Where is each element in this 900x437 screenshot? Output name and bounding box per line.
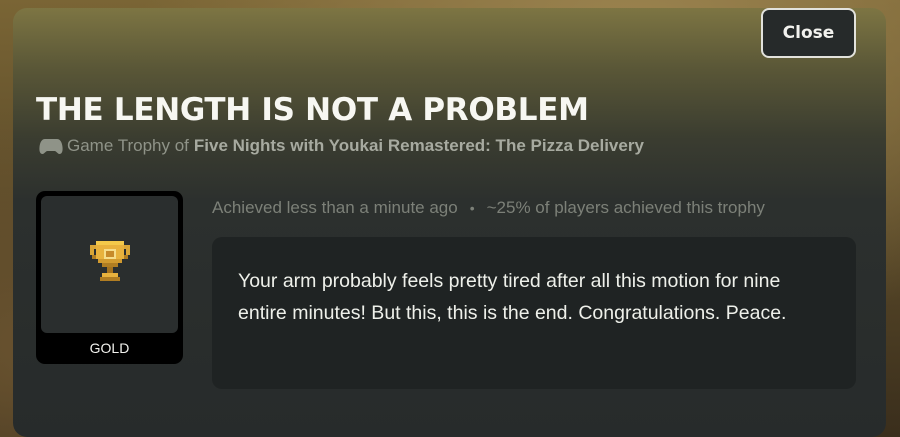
trophy-subtitle: Game Trophy of Five Nights with Youkai R… [39,136,644,156]
trophy-tier-label: GOLD [89,340,130,356]
gold-trophy-icon [89,239,130,290]
trophy-modal: Close THE LENGTH IS NOT A PROBLEM Game T… [13,8,886,437]
game-name-link[interactable]: Five Nights with Youkai Remastered: The … [194,136,644,156]
meta-separator: • [469,200,475,216]
achievement-meta: Achieved less than a minute ago • ~25% o… [212,198,765,218]
achieved-percent: ~25% of players achieved this trophy [486,198,765,217]
subtitle-prefix: Game Trophy of [67,136,189,155]
trophy-image-frame [41,196,178,333]
trophy-badge: GOLD [36,191,183,364]
gamepad-icon [39,137,63,155]
close-button[interactable]: Close [761,8,856,58]
trophy-description: Your arm probably feels pretty tired aft… [238,270,787,324]
achieved-time: Achieved less than a minute ago [212,198,458,217]
trophy-description-panel: Your arm probably feels pretty tired aft… [212,237,856,389]
trophy-title: THE LENGTH IS NOT A PROBLEM [36,92,589,128]
